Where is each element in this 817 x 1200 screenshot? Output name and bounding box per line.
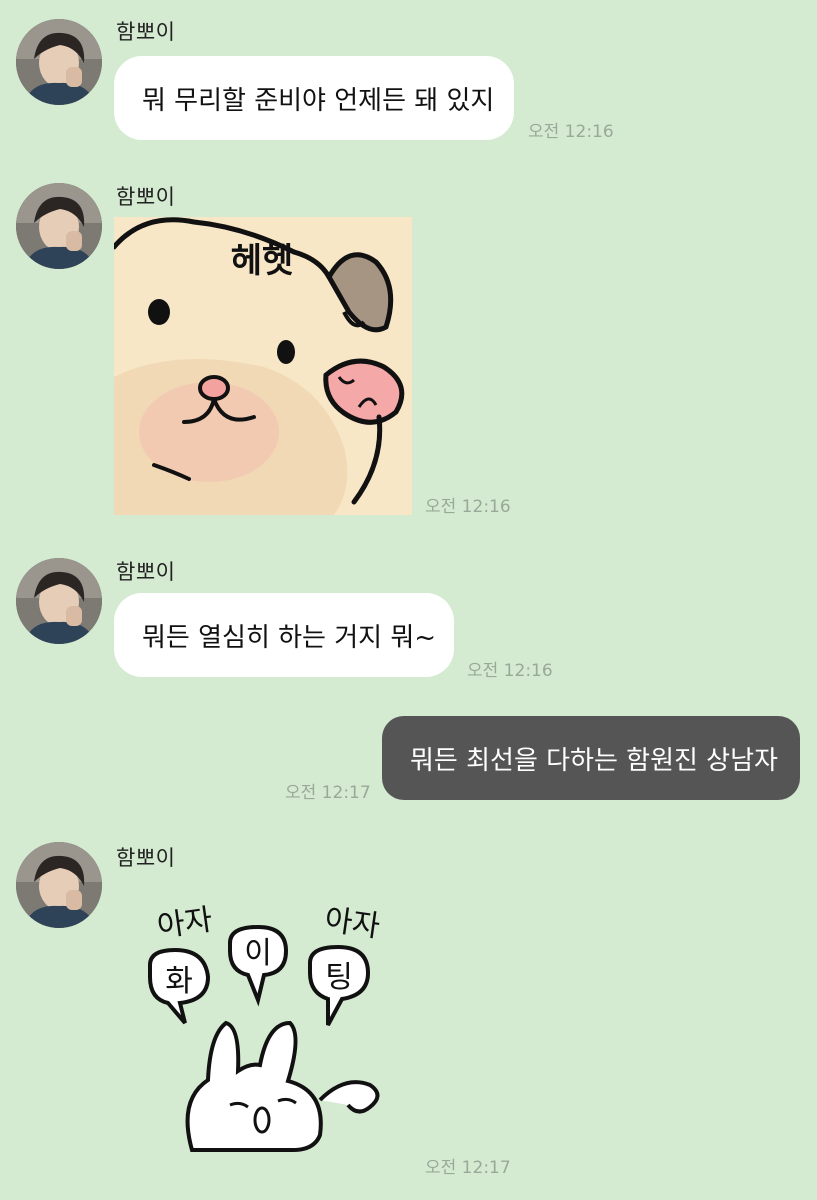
message-bubble[interactable]: 뭐든 열심히 하는 거지 뭐~ (114, 593, 454, 677)
sticker-text-i: 이 (244, 936, 272, 971)
rabbit-sticker[interactable]: 아자 아자 화 이 팅 (130, 895, 400, 1155)
avatar[interactable] (16, 558, 102, 644)
rabbit-icon: 아자 아자 화 이 팅 (148, 902, 382, 1153)
profile-photo-icon (16, 183, 102, 269)
sticker-text: 헤헷 (231, 241, 294, 281)
sender-name: 함뽀이 (116, 560, 176, 584)
sender-name: 함뽀이 (116, 185, 176, 209)
message-bubble-outgoing[interactable]: 뭐든 최선을 다하는 함원진 상남자 (382, 716, 800, 800)
profile-photo-icon (16, 558, 102, 644)
profile-photo-icon (16, 19, 102, 105)
message-timestamp: 오전 12:16 (425, 497, 511, 517)
hamster-icon: 헤헷 (114, 217, 412, 515)
message-timestamp: 오전 12:17 (285, 783, 371, 803)
chat-room[interactable]: 함뽀이 뭐 무리할 준비야 언제든 돼 있지 오전 12:16 함뽀이 헤헷 오… (0, 0, 817, 1200)
hamster-sticker[interactable]: 헤헷 (114, 217, 412, 515)
sticker-text-ting: 팅 (325, 960, 353, 995)
avatar[interactable] (16, 19, 102, 105)
message-timestamp: 오전 12:16 (528, 122, 614, 142)
sticker-text-aja-left: 아자 (155, 902, 215, 944)
avatar[interactable] (16, 183, 102, 269)
message-bubble[interactable]: 뭐 무리할 준비야 언제든 돼 있지 (114, 56, 514, 140)
message-timestamp: 오전 12:16 (467, 661, 553, 681)
avatar[interactable] (16, 842, 102, 928)
sender-name: 함뽀이 (116, 846, 176, 870)
sticker-text-aja-right: 아자 (322, 902, 382, 944)
sticker-text-hwa: 화 (165, 964, 193, 999)
profile-photo-icon (16, 842, 102, 928)
sender-name: 함뽀이 (116, 20, 176, 44)
message-timestamp: 오전 12:17 (425, 1158, 511, 1178)
